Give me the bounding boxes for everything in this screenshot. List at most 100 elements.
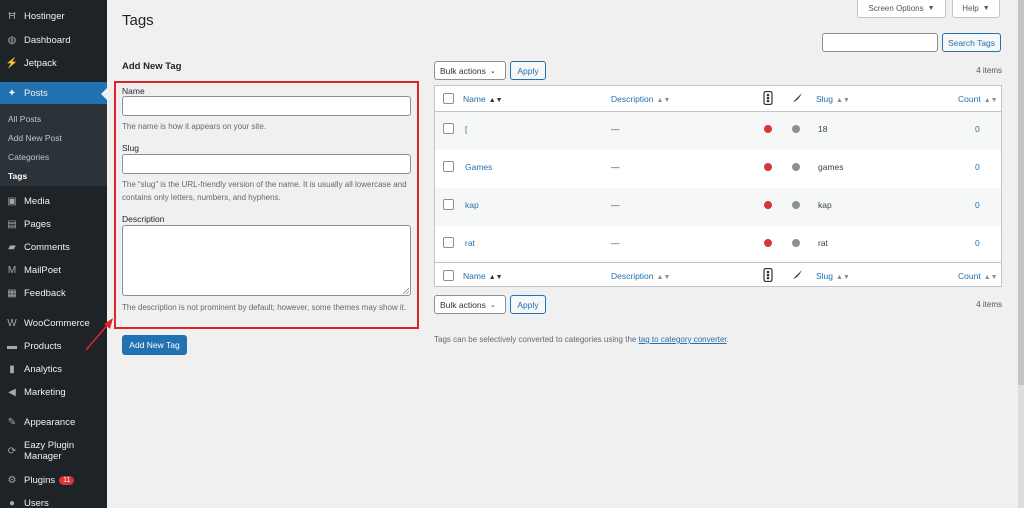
column-label: Name bbox=[463, 94, 486, 104]
slug-help-text: The “slug” is the URL-friendly version o… bbox=[122, 180, 407, 202]
search-tags-button[interactable]: Search Tags bbox=[942, 33, 1001, 52]
marketing-icon: ◀ bbox=[8, 386, 16, 398]
row-checkbox[interactable] bbox=[443, 199, 454, 210]
menu-item-mailpoet[interactable]: M MailPoet bbox=[0, 264, 107, 276]
tags-table: Name ▲▼ Description ▲▼ Slug ▲▼ Count ▲▼ [ — … bbox=[434, 85, 1002, 287]
menu-item-woocommerce[interactable]: W WooCommerce bbox=[0, 317, 107, 329]
bulk-actions-select-top[interactable]: Bulk actions ⌄ bbox=[434, 61, 506, 80]
tag-name-link[interactable]: [ bbox=[465, 124, 467, 134]
sort-icon: ▲▼ bbox=[983, 274, 998, 281]
row-checkbox[interactable] bbox=[443, 123, 454, 134]
menu-label: Marketing bbox=[24, 386, 66, 398]
menu-label: Media bbox=[24, 195, 50, 207]
help-label: Help bbox=[962, 4, 979, 13]
menu-item-appearance[interactable]: ✎ Appearance bbox=[0, 416, 107, 428]
tag-name-input[interactable] bbox=[122, 96, 411, 116]
menu-item-products[interactable]: ▬ Products bbox=[0, 340, 107, 352]
column-label: Name bbox=[463, 271, 486, 281]
menu-item-eazy-plugin-manager[interactable]: ⟳ Eazy Plugin Manager bbox=[0, 440, 107, 462]
tag-count-link[interactable]: 0 bbox=[975, 200, 980, 210]
menu-item-pages[interactable]: ▤ Pages bbox=[0, 218, 107, 230]
column-slug-footer[interactable]: Slug ▲▼ bbox=[816, 271, 850, 281]
tag-name-link[interactable]: Games bbox=[465, 162, 492, 172]
status-red-dot bbox=[764, 163, 772, 171]
menu-item-jetpack[interactable]: ⚡ Jetpack bbox=[0, 57, 107, 69]
menu-label: Users bbox=[24, 497, 49, 508]
menu-item-feedback[interactable]: ▦ Feedback bbox=[0, 287, 107, 299]
sort-icon: ▲▼ bbox=[836, 274, 850, 281]
menu-item-dashboard[interactable]: ◍ Dashboard bbox=[0, 34, 107, 46]
menu-label: Products bbox=[24, 340, 62, 352]
menu-label: WooCommerce bbox=[24, 317, 90, 329]
apply-button-bottom[interactable]: Apply bbox=[510, 295, 546, 314]
tag-name-link[interactable]: rat bbox=[465, 238, 475, 248]
page-scrollbar[interactable] bbox=[1018, 0, 1024, 508]
tag-to-category-converter-link[interactable]: tag to category converter bbox=[639, 335, 727, 344]
bulk-actions-label: Bulk actions bbox=[440, 299, 486, 310]
status-red-dot bbox=[764, 201, 772, 209]
select-all-checkbox[interactable] bbox=[443, 93, 454, 104]
menu-item-users[interactable]: ● Users bbox=[0, 497, 107, 508]
table-row: [ — 18 0 bbox=[435, 112, 1001, 150]
bulk-actions-select-bottom[interactable]: Bulk actions ⌄ bbox=[434, 295, 506, 314]
apply-button-top[interactable]: Apply bbox=[510, 61, 546, 80]
menu-label: Plugins bbox=[24, 474, 56, 486]
status-gray-dot bbox=[792, 125, 800, 133]
woocommerce-icon: W bbox=[7, 317, 17, 329]
menu-item-marketing[interactable]: ◀ Marketing bbox=[0, 386, 107, 398]
column-label: Description bbox=[611, 94, 654, 104]
submenu-add-new-post[interactable]: Add New Post bbox=[8, 133, 62, 143]
scrollbar-thumb[interactable] bbox=[1018, 0, 1024, 385]
column-count-footer[interactable]: Count ▲▼ bbox=[958, 271, 998, 281]
row-checkbox[interactable] bbox=[443, 161, 454, 172]
screen-options-button[interactable]: Screen Options ▼ bbox=[857, 0, 946, 18]
column-count-header[interactable]: Count ▲▼ bbox=[958, 94, 998, 104]
tag-description: — bbox=[611, 162, 620, 172]
add-new-tag-button[interactable]: Add New Tag bbox=[122, 335, 187, 355]
name-help-text: The name is how it appears on your site. bbox=[122, 122, 267, 131]
submenu-all-posts[interactable]: All Posts bbox=[8, 114, 41, 124]
row-checkbox[interactable] bbox=[443, 237, 454, 248]
column-slug-header[interactable]: Slug ▲▼ bbox=[816, 94, 850, 104]
column-description-footer[interactable]: Description ▲▼ bbox=[611, 271, 670, 281]
media-icon: ▣ bbox=[7, 195, 17, 207]
tag-count-link[interactable]: 0 bbox=[975, 238, 980, 248]
menu-label: Posts bbox=[24, 87, 48, 99]
menu-item-comments[interactable]: ▰ Comments bbox=[0, 241, 107, 253]
column-name-header[interactable]: Name ▲▼ bbox=[463, 94, 503, 104]
sort-icon: ▲▼ bbox=[983, 97, 998, 104]
analytics-icon: ▮ bbox=[9, 363, 15, 375]
menu-item-posts[interactable]: ✦ Posts bbox=[0, 82, 107, 104]
tag-count-link[interactable]: 0 bbox=[975, 124, 980, 134]
submenu-categories[interactable]: Categories bbox=[8, 152, 49, 162]
converter-footnote: Tags can be selectively converted to cat… bbox=[434, 335, 729, 344]
pin-icon: ✦ bbox=[7, 87, 17, 99]
tag-slug: games bbox=[818, 162, 844, 172]
tag-description-textarea[interactable] bbox=[122, 225, 411, 296]
tag-name-link[interactable]: kap bbox=[465, 200, 479, 210]
menu-item-plugins[interactable]: ⚙ Plugins 11 bbox=[0, 474, 107, 486]
traffic-light-icon bbox=[763, 90, 773, 107]
tag-slug-input[interactable] bbox=[122, 154, 411, 174]
column-label: Slug bbox=[816, 94, 834, 104]
tag-count-link[interactable]: 0 bbox=[975, 162, 980, 172]
menu-item-media[interactable]: ▣ Media bbox=[0, 195, 107, 207]
plugins-icon: ⚙ bbox=[7, 474, 17, 486]
caret-down-icon: ▼ bbox=[982, 5, 990, 12]
tag-slug: 18 bbox=[818, 124, 828, 134]
menu-item-hostinger[interactable]: Ħ Hostinger bbox=[0, 10, 107, 22]
column-description-header[interactable]: Description ▲▼ bbox=[611, 94, 670, 104]
current-menu-arrow bbox=[101, 88, 107, 100]
submenu-tags[interactable]: Tags bbox=[8, 171, 27, 181]
status-red-dot bbox=[764, 125, 772, 133]
traffic-light-icon bbox=[763, 267, 773, 284]
select-all-checkbox-bottom[interactable] bbox=[443, 270, 454, 281]
menu-item-analytics[interactable]: ▮ Analytics bbox=[0, 363, 107, 375]
search-tags-input[interactable] bbox=[822, 33, 938, 52]
sort-icon: ▲▼ bbox=[488, 97, 503, 104]
comments-icon: ▰ bbox=[8, 241, 16, 253]
feather-icon bbox=[791, 269, 803, 283]
column-name-footer[interactable]: Name ▲▼ bbox=[463, 271, 503, 281]
resize-handle-icon[interactable] bbox=[403, 288, 409, 294]
help-button[interactable]: Help ▼ bbox=[952, 0, 1000, 18]
